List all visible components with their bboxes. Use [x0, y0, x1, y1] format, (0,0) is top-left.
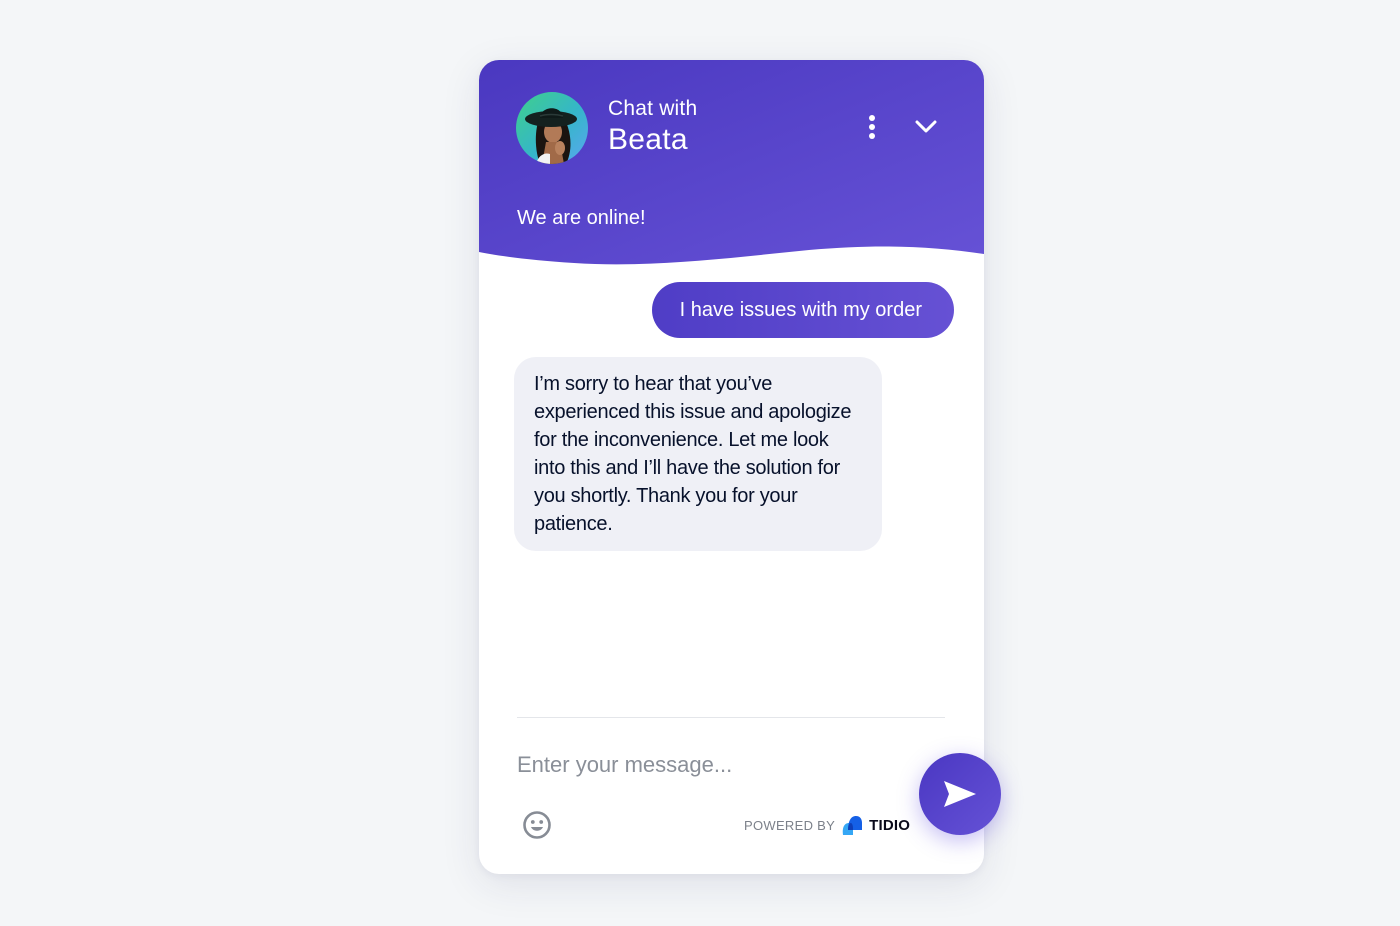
send-icon: [944, 781, 976, 807]
minimize-chat-button[interactable]: [911, 112, 941, 142]
powered-by-label: POWERED BY: [744, 817, 836, 833]
agent-name: Beata: [608, 123, 688, 156]
chat-header: Chat with Beata We are online!: [479, 60, 984, 270]
powered-by-badge[interactable]: POWERED BY TIDIO: [744, 812, 910, 838]
chat-widget: Chat with Beata We are online! I have is…: [479, 60, 984, 874]
emoji-button[interactable]: [522, 810, 552, 840]
more-vertical-icon: [869, 115, 875, 139]
user-message: I have issues with my order: [651, 282, 954, 338]
composer-divider: [517, 717, 945, 718]
agent-message: I’m sorry to hear that you’ve experience…: [514, 357, 882, 551]
agent-photo: [525, 108, 577, 164]
agent-avatar: [516, 92, 588, 164]
header-subtitle: Chat with: [608, 97, 698, 120]
send-message-button[interactable]: [919, 753, 1001, 835]
chevron-down-icon: [915, 120, 937, 133]
tidio-logo-icon: [842, 816, 863, 835]
smiley-icon: [523, 811, 551, 839]
message-input[interactable]: [517, 745, 897, 785]
online-status: We are online!: [517, 207, 646, 229]
tidio-brand-name: TIDIO: [869, 816, 911, 834]
more-options-button[interactable]: [859, 112, 885, 142]
